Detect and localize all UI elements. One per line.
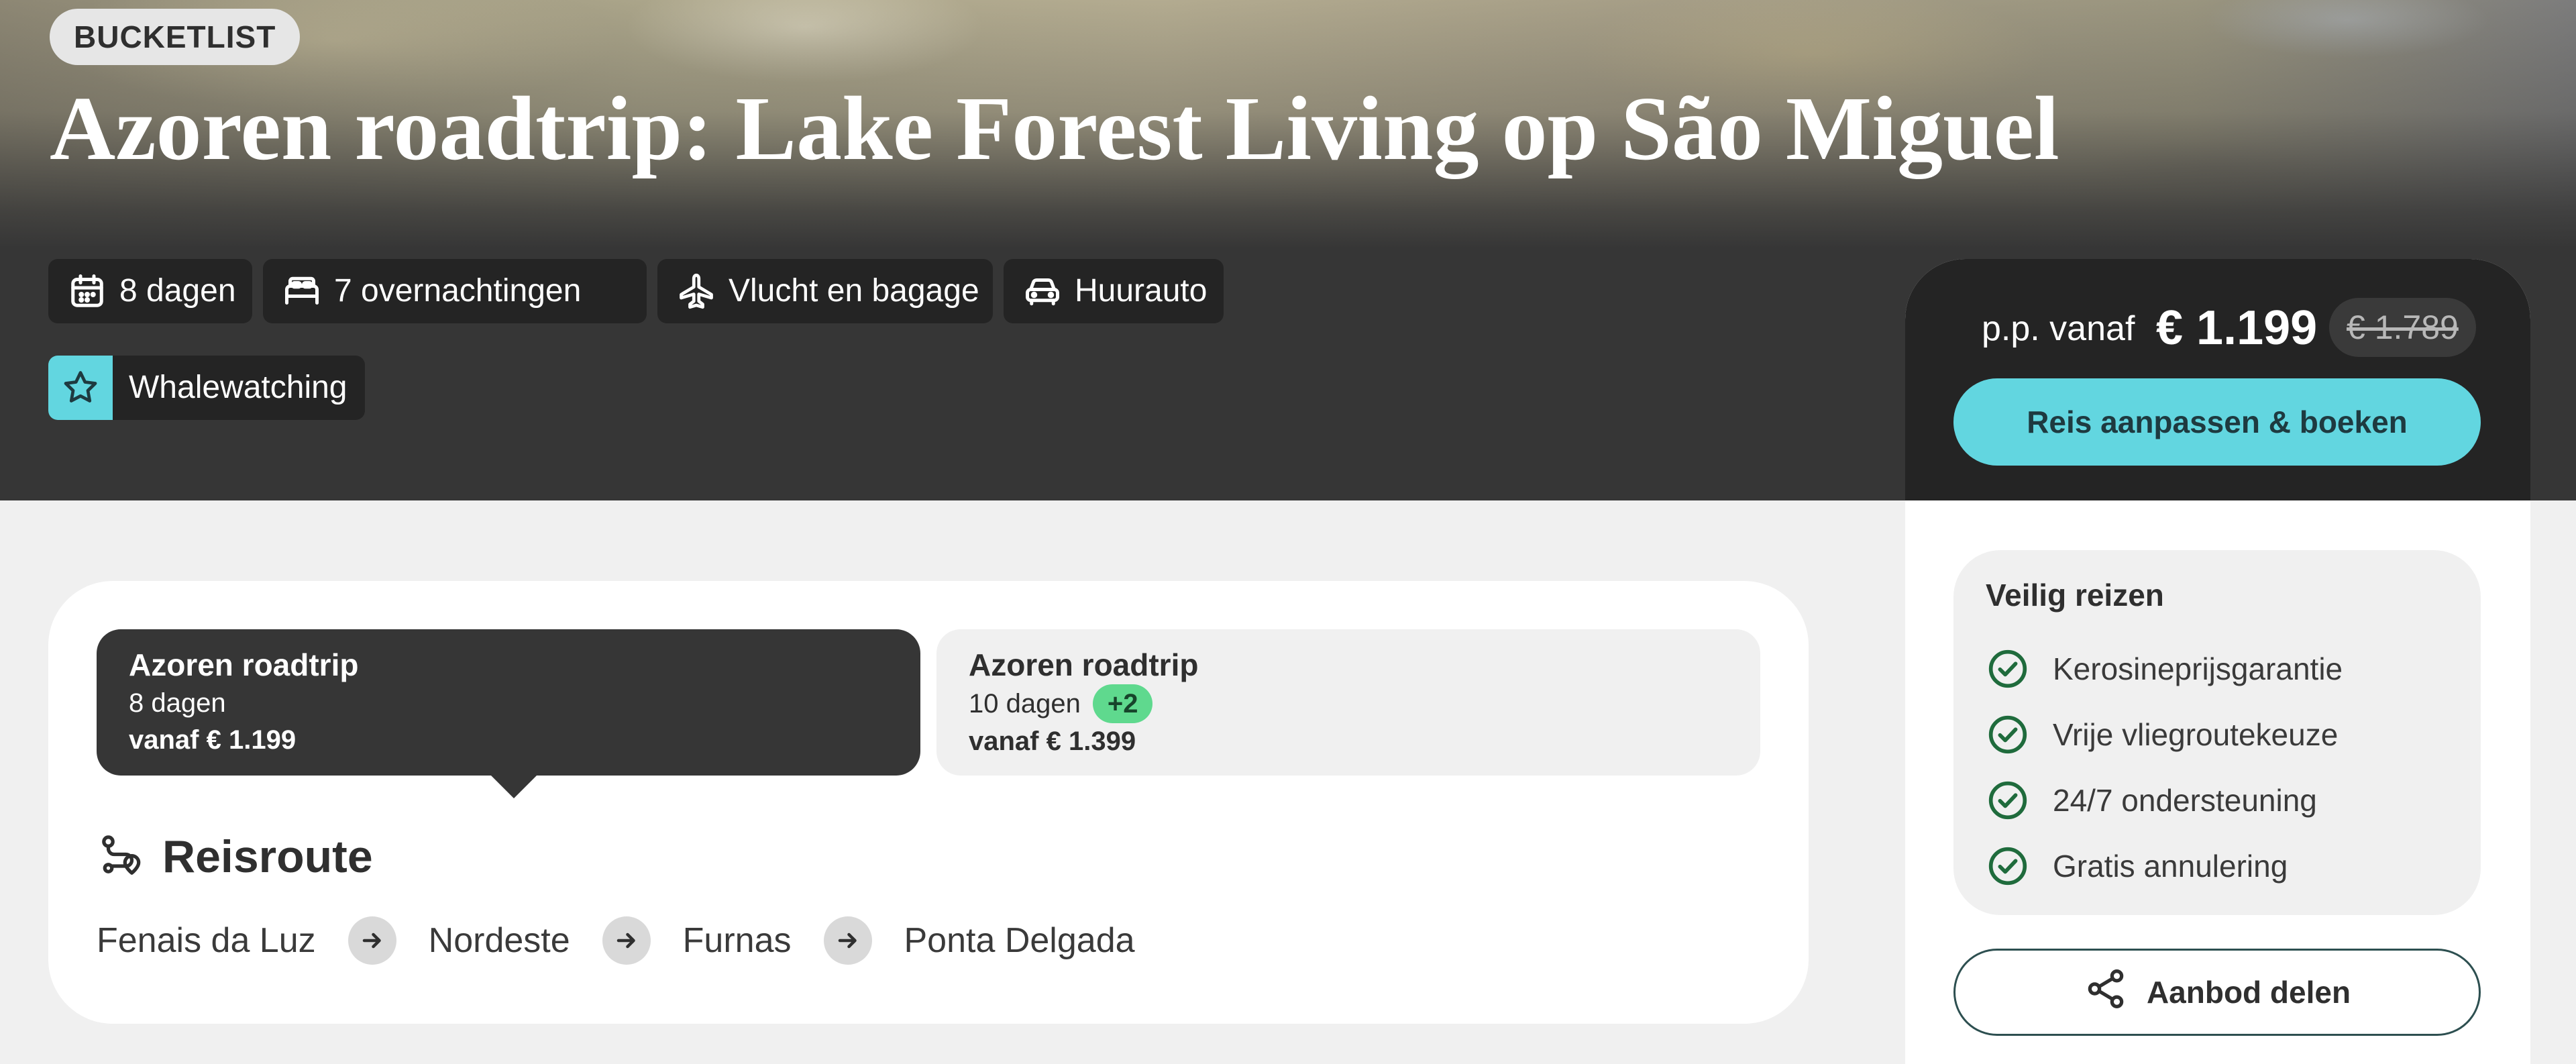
option-price: vanaf € 1.399 bbox=[969, 727, 1136, 756]
list-item: Vrije vliegroutekeuze bbox=[1987, 702, 2343, 767]
price-prefix: p.p. vanaf bbox=[1982, 309, 2135, 348]
route-title: Reisroute bbox=[162, 831, 373, 882]
list-item: 24/7 ondersteuning bbox=[1987, 767, 2343, 833]
feature-chip-duration: 8 dagen bbox=[48, 259, 252, 323]
check-circle-icon bbox=[1987, 845, 2029, 887]
booking-panel: p.p. vanaf € 1.199 € 1.789 Reis aanpasse… bbox=[1905, 259, 2530, 1064]
star-icon bbox=[48, 356, 113, 420]
trip-option-8-days[interactable]: Azoren roadtrip 8 dagen vanaf € 1.199 bbox=[97, 629, 920, 798]
option-title: Azoren roadtrip bbox=[969, 647, 1199, 682]
page-title: Azoren roadtrip: Lake Forest Living op S… bbox=[50, 78, 2059, 179]
old-price-badge: € 1.789 bbox=[2329, 298, 2476, 357]
route-stop: Ponta Delgada bbox=[904, 921, 1135, 960]
route-icon bbox=[97, 832, 162, 882]
feature-chip-nights: 7 overnachtingen bbox=[263, 259, 647, 323]
price-row: p.p. vanaf € 1.199 € 1.789 bbox=[1905, 295, 2530, 362]
calendar-icon bbox=[67, 271, 107, 311]
arrow-right-icon bbox=[602, 916, 651, 965]
list-item: Gratis annulering bbox=[1987, 833, 2343, 899]
list-item-label: 24/7 ondersteuning bbox=[2053, 783, 2317, 818]
list-item-label: Vrije vliegroutekeuze bbox=[2053, 717, 2339, 752]
route-heading: Reisroute bbox=[97, 831, 373, 883]
check-circle-icon bbox=[1987, 714, 2029, 755]
option-duration: 8 dagen bbox=[129, 688, 226, 718]
route-stop: Nordeste bbox=[428, 921, 570, 960]
route-stop: Furnas bbox=[682, 921, 792, 960]
feature-label: Huurauto bbox=[1075, 273, 1208, 309]
feature-chip-whalewatching: Whalewatching bbox=[48, 356, 365, 420]
arrow-right-icon bbox=[347, 916, 396, 965]
current-price: € 1.199 bbox=[2156, 301, 2318, 355]
bed-icon bbox=[282, 271, 322, 311]
feature-chip-rental-car: Huurauto bbox=[1004, 259, 1224, 323]
option-title: Azoren roadtrip bbox=[129, 647, 359, 682]
customize-and-book-button[interactable]: Reis aanpassen & boeken bbox=[1953, 378, 2481, 466]
list-item-label: Gratis annulering bbox=[2053, 849, 2288, 884]
feature-label: Vlucht en bagage bbox=[729, 273, 979, 309]
feature-chip-flight: Vlucht en bagage bbox=[657, 259, 993, 323]
extra-days-badge: +2 bbox=[1092, 684, 1153, 723]
safe-travel-box: Veilig reizen Kerosineprijsgarantie Vrij… bbox=[1953, 550, 2481, 915]
bucketlist-badge: BUCKETLIST bbox=[50, 9, 301, 65]
plane-icon bbox=[676, 271, 716, 311]
price-header: p.p. vanaf € 1.199 € 1.789 Reis aanpasse… bbox=[1905, 259, 2530, 500]
option-duration: 10 dagen bbox=[969, 689, 1081, 719]
car-icon bbox=[1022, 271, 1063, 311]
share-label: Aanbod delen bbox=[2146, 975, 2351, 1010]
feature-label: Whalewatching bbox=[129, 370, 347, 405]
arrow-right-icon bbox=[823, 916, 872, 965]
option-price: vanaf € 1.199 bbox=[129, 725, 297, 755]
check-circle-icon bbox=[1987, 648, 2029, 690]
route-stop: Fenais da Luz bbox=[97, 921, 316, 960]
share-icon bbox=[2084, 967, 2147, 1018]
share-offer-button[interactable]: Aanbod delen bbox=[1953, 949, 2481, 1036]
list-item: Kerosineprijsgarantie bbox=[1987, 636, 2343, 702]
feature-label: 7 overnachtingen bbox=[334, 273, 582, 309]
trip-card: Azoren roadtrip 8 dagen vanaf € 1.199 Az… bbox=[48, 581, 1809, 1024]
check-circle-icon bbox=[1987, 780, 2029, 821]
safe-travel-list: Kerosineprijsgarantie Vrije vliegrouteke… bbox=[1987, 636, 2343, 899]
route-stops: Fenais da Luz Nordeste Furnas Ponta Delg… bbox=[97, 916, 1135, 965]
list-item-label: Kerosineprijsgarantie bbox=[2053, 651, 2343, 686]
feature-label: 8 dagen bbox=[119, 273, 236, 309]
trip-option-10-days[interactable]: Azoren roadtrip 10 dagen +2 vanaf € 1.39… bbox=[936, 629, 1760, 776]
safe-travel-title: Veilig reizen bbox=[1986, 578, 2164, 613]
